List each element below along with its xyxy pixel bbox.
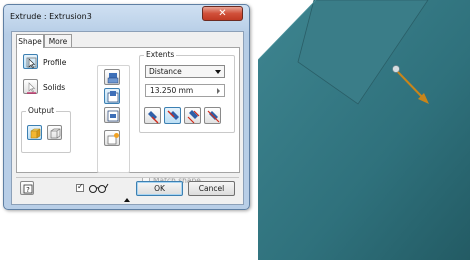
drag-handle [392,65,400,73]
help-button[interactable]: ? [20,181,34,195]
new-solid-icon [107,133,119,145]
solids-label: Solids [43,83,66,92]
asymmetric-button[interactable] [204,107,221,124]
extents-group: Extents Distance 13.250 mm [139,50,235,133]
cancel-button[interactable]: Cancel [188,181,235,196]
profile-select-button[interactable] [23,54,38,69]
help-icon: ? [23,184,33,194]
preview-checkbox[interactable] [76,182,84,192]
direction-2-button[interactable] [164,107,181,124]
extents-type-dropdown[interactable]: Distance [145,65,225,78]
ok-button[interactable]: OK [136,181,183,196]
output-solid-button[interactable] [27,125,42,140]
extents-type-value: Distance [149,67,182,76]
output-group: Output [21,106,71,153]
solids-select-button[interactable] [23,79,38,94]
dialog-client: Shape More Profile Solids Output Extents… [11,31,244,205]
title-bar[interactable]: Extrude : Extrusion3 ✕ [4,5,249,28]
expand-arrow-icon [124,198,130,202]
glasses-icon [89,183,109,193]
distance-input[interactable]: 13.250 mm [145,84,225,97]
extents-label: Extents [144,50,177,59]
tab-more[interactable]: More [44,34,72,47]
extrude-dialog: Extrude : Extrusion3 ✕ Shape More Profil… [3,4,250,210]
cut-button[interactable] [104,88,120,104]
model-view [258,0,470,260]
close-x-icon: ✕ [218,8,227,19]
symmetric-icon [187,110,200,124]
profile-label: Profile [43,58,67,67]
solid-output-icon [30,128,41,139]
expand-grip[interactable] [12,196,243,204]
tab-shape[interactable]: Shape [16,34,44,48]
intersect-button[interactable] [104,107,120,123]
asymmetric-icon [207,110,220,123]
graphics-viewport[interactable] [258,0,470,260]
output-label: Output [26,106,57,115]
direction-1-button[interactable] [144,107,161,124]
join-icon [107,73,119,84]
join-button[interactable] [104,69,120,85]
symmetric-button[interactable] [184,107,201,124]
dialog-title: Extrude : Extrusion3 [10,12,92,21]
output-surface-button[interactable] [47,125,62,140]
svg-text:?: ? [26,186,30,194]
new-solid-button[interactable] [104,130,120,146]
operation-group [97,65,130,173]
cursor-icon [26,57,37,69]
direction-2-icon [167,110,179,120]
close-button[interactable]: ✕ [202,6,243,21]
chevron-down-icon [215,70,221,74]
distance-value: 13.250 mm [150,86,194,95]
solids-cursor-icon [27,82,36,94]
cut-icon [107,91,119,103]
separator [16,177,239,178]
intersect-icon [107,110,119,122]
shape-panel: Profile Solids Output Extents Distance 1… [16,47,240,185]
surface-output-icon [50,128,61,139]
direction-1-icon [148,111,159,124]
flyout-arrow-icon [217,88,220,94]
